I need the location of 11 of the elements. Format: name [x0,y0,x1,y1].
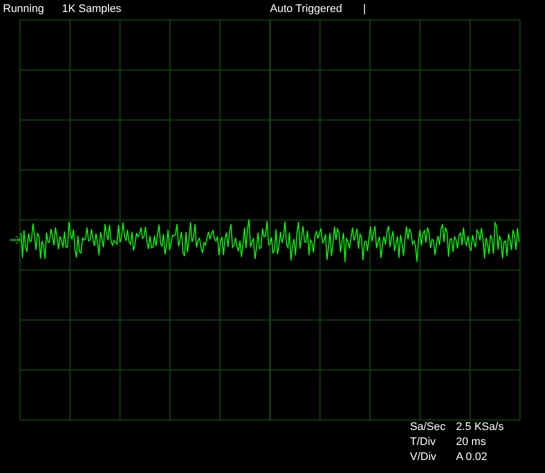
channel-marker-icon [10,236,21,244]
reading-label: V/Div [410,451,438,464]
run-status: Running [3,2,45,16]
reading-value: A 0.02 [456,451,488,464]
trigger-marker: | [363,2,366,16]
sample-count: 1K Samples [62,2,122,16]
trigger-mode: Auto Triggered [270,2,344,16]
reading-value: 2.5 KSa/s [456,421,505,434]
reading-label: T/Div [410,436,437,449]
reading-label: Sa/Sec [410,421,446,434]
reading-value: 20 ms [456,436,487,449]
